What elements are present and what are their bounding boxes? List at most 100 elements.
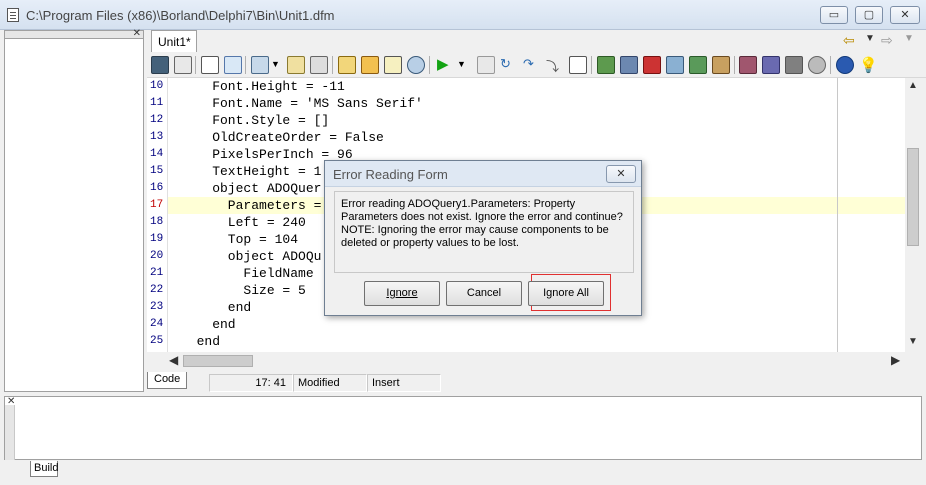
add-file-icon[interactable] bbox=[338, 56, 356, 74]
step-over-icon[interactable]: ↷ bbox=[523, 56, 541, 74]
line-number: 16 bbox=[150, 182, 164, 194]
back-arrow-icon[interactable]: ⇦ bbox=[843, 32, 855, 49]
toolbar-separator bbox=[195, 56, 196, 74]
ignore-button[interactable]: Ignore bbox=[364, 281, 440, 306]
chevron-down-icon[interactable]: ▼ bbox=[904, 33, 914, 44]
evaluate-icon[interactable] bbox=[569, 56, 587, 74]
code-line: object ADOQu bbox=[181, 249, 322, 264]
pause-icon[interactable] bbox=[477, 56, 495, 74]
line-number: 17 bbox=[150, 199, 164, 211]
code-line: end bbox=[181, 334, 221, 349]
code-line: OldCreateOrder = False bbox=[181, 130, 384, 145]
toggle-form-unit-icon[interactable] bbox=[384, 56, 402, 74]
line-number: 25 bbox=[150, 335, 164, 347]
view-form-icon[interactable] bbox=[174, 56, 192, 74]
chevron-down-icon[interactable]: ▼ bbox=[457, 56, 467, 74]
error-dialog: Error Reading Form ✕ Error reading ADOQu… bbox=[324, 160, 642, 316]
tools-icon[interactable] bbox=[785, 56, 803, 74]
tools-icon[interactable] bbox=[762, 56, 780, 74]
open-project-icon[interactable] bbox=[251, 56, 269, 74]
tab-build[interactable]: Build bbox=[30, 461, 58, 477]
chevron-down-icon[interactable]: ▼ bbox=[271, 56, 281, 74]
code-line: TextHeight = 1 bbox=[181, 164, 322, 179]
project-manager-icon[interactable] bbox=[643, 56, 661, 74]
modified-indicator: Modified bbox=[293, 374, 367, 392]
window-titlebar: C:\Program Files (x86)\Borland\Delphi7\B… bbox=[0, 0, 926, 30]
message-panel-gutter bbox=[5, 405, 15, 460]
toolbar-separator bbox=[734, 56, 735, 74]
code-explorer-panel: ✕ bbox=[4, 28, 144, 392]
code-line: Left = 240 bbox=[181, 215, 306, 230]
tools-icon[interactable] bbox=[739, 56, 757, 74]
new-form-icon[interactable] bbox=[407, 56, 425, 74]
save-all-icon[interactable] bbox=[310, 56, 328, 74]
open-icon[interactable] bbox=[224, 56, 242, 74]
maximize-button[interactable]: ▢ bbox=[855, 6, 883, 24]
chevron-down-icon[interactable]: ▼ bbox=[865, 33, 875, 44]
package-icon[interactable] bbox=[712, 56, 730, 74]
tools-icon[interactable] bbox=[808, 56, 826, 74]
code-line: Size = 5 bbox=[181, 283, 306, 298]
code-line: Parameters = bbox=[181, 198, 322, 213]
line-number: 19 bbox=[150, 233, 164, 245]
close-button[interactable]: ✕ bbox=[890, 6, 920, 24]
new-icon[interactable] bbox=[201, 56, 219, 74]
toolbar-separator bbox=[245, 56, 246, 74]
horizontal-scroll-thumb[interactable] bbox=[183, 355, 253, 367]
code-line: Font.Name = 'MS Sans Serif' bbox=[181, 96, 423, 111]
message-panel: ✕ bbox=[4, 396, 922, 460]
line-number: 18 bbox=[150, 216, 164, 228]
gutter-divider bbox=[167, 78, 168, 352]
ignore-button-label: Ignore bbox=[386, 287, 418, 299]
trace-into-icon[interactable]: ↻ bbox=[500, 56, 518, 74]
scroll-down-arrow-icon[interactable]: ▼ bbox=[905, 336, 921, 350]
cancel-button[interactable]: Cancel bbox=[446, 281, 522, 306]
toolbar: ▼ ▶ ▼ ↻ ↷ ⤵ 💡 bbox=[147, 52, 926, 78]
forward-arrow-icon[interactable]: ⇨ bbox=[881, 32, 893, 49]
dialog-message-box: Error reading ADOQuery1.Parameters: Prop… bbox=[334, 191, 634, 273]
tip-icon[interactable]: 💡 bbox=[859, 56, 878, 74]
dialog-title: Error Reading Form bbox=[333, 167, 448, 182]
close-icon[interactable]: ✕ bbox=[7, 396, 15, 407]
line-number: 11 bbox=[150, 97, 164, 109]
view-unit-icon[interactable] bbox=[151, 56, 169, 74]
toolbar-separator bbox=[332, 56, 333, 74]
tab-unit1[interactable]: Unit1* bbox=[151, 30, 197, 52]
code-line: Top = 104 bbox=[181, 232, 299, 247]
remove-file-icon[interactable] bbox=[361, 56, 379, 74]
ignore-all-button[interactable]: Ignore All bbox=[528, 281, 604, 306]
cursor-position: 17: 41 bbox=[209, 374, 293, 392]
code-line: Font.Height = -11 bbox=[181, 79, 345, 94]
line-number: 21 bbox=[150, 267, 164, 279]
line-number: 22 bbox=[150, 284, 164, 296]
scroll-left-arrow-icon[interactable]: ◀ bbox=[169, 353, 178, 367]
code-line: Font.Style = [] bbox=[181, 113, 330, 128]
code-line: object ADOQuer bbox=[181, 181, 322, 196]
line-number: 12 bbox=[150, 114, 164, 126]
line-number: 13 bbox=[150, 131, 164, 143]
component-icon[interactable] bbox=[597, 56, 615, 74]
right-margin-line bbox=[837, 78, 838, 352]
scroll-up-arrow-icon[interactable]: ▲ bbox=[905, 80, 921, 94]
toolbar-separator bbox=[429, 56, 430, 74]
line-number: 23 bbox=[150, 301, 164, 313]
help-icon[interactable] bbox=[836, 56, 854, 74]
line-number: 20 bbox=[150, 250, 164, 262]
file-icon bbox=[7, 8, 19, 22]
object-inspector-icon[interactable] bbox=[620, 56, 638, 74]
save-icon[interactable] bbox=[287, 56, 305, 74]
tab-code[interactable]: Code bbox=[147, 372, 187, 389]
data-module-icon[interactable] bbox=[666, 56, 684, 74]
close-icon[interactable]: ✕ bbox=[133, 28, 141, 39]
vertical-scroll-thumb[interactable] bbox=[907, 148, 919, 246]
package-icon[interactable] bbox=[689, 56, 707, 74]
horizontal-scrollbar[interactable]: ◀ ▶ bbox=[167, 352, 905, 370]
code-explorer-header: ✕ bbox=[5, 28, 143, 39]
vertical-scrollbar[interactable]: ▲ ▼ bbox=[905, 78, 921, 352]
dialog-close-button[interactable]: ✕ bbox=[606, 165, 636, 183]
line-number: 15 bbox=[150, 165, 164, 177]
run-icon[interactable]: ▶ bbox=[437, 56, 455, 74]
minimize-button[interactable]: ▭ bbox=[820, 6, 848, 24]
run-to-cursor-icon[interactable]: ⤵ bbox=[546, 56, 564, 74]
scroll-right-arrow-icon[interactable]: ▶ bbox=[891, 353, 900, 367]
